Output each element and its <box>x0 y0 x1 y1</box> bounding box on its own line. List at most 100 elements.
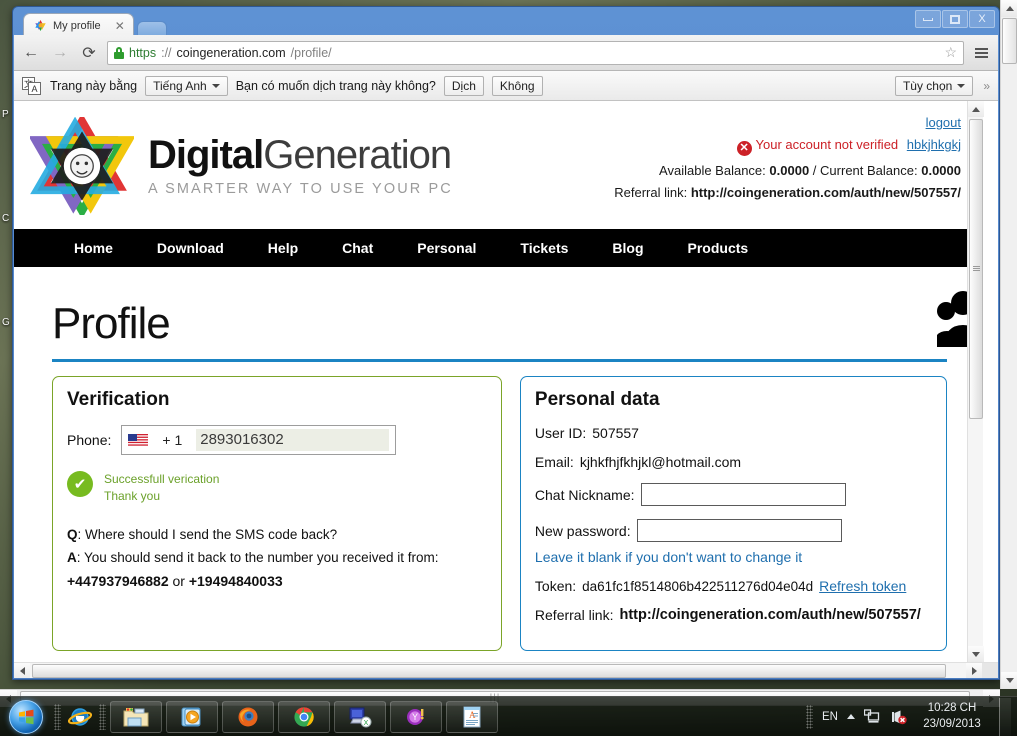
browser-tab-my-profile[interactable]: My profile ✕ <box>23 13 134 37</box>
bookmark-star-icon[interactable]: ☆ <box>944 44 957 61</box>
horizontal-scroll-thumb[interactable] <box>32 664 946 678</box>
minimize-button[interactable] <box>915 10 941 28</box>
reload-icon[interactable]: ⟳ <box>78 42 100 64</box>
verification-status-row: ✕ Your account not verified hbkjhkgkj <box>614 137 961 156</box>
page-viewport: DigitalGeneration A SMARTER WAY TO USE Y… <box>14 101 998 678</box>
site-header: DigitalGeneration A SMARTER WAY TO USE Y… <box>14 101 967 229</box>
page-title: Profile <box>52 299 171 348</box>
phone-number-input[interactable]: 2893016302 <box>196 429 390 451</box>
scrollbar-corner <box>982 663 998 678</box>
volume-muted-icon[interactable] <box>890 709 907 725</box>
screen-vertical-scrollbar[interactable] <box>1000 0 1017 689</box>
faq-question: Q: Where should I send the SMS code back… <box>67 524 487 547</box>
header-referral-value[interactable]: http://coingeneration.com/auth/new/50755… <box>691 185 961 200</box>
nickname-label: Chat Nickname: <box>534 486 635 503</box>
show-desktop-button[interactable] <box>999 697 1011 736</box>
site-logo[interactable]: DigitalGeneration A SMARTER WAY TO USE Y… <box>30 117 453 215</box>
logout-link[interactable]: logout <box>926 115 961 130</box>
translate-button[interactable]: Dịch <box>443 75 484 96</box>
screen-scroll-down-arrow-icon[interactable] <box>1001 672 1017 689</box>
maximize-button[interactable] <box>942 10 968 28</box>
refresh-token-link[interactable]: Refresh token <box>819 578 906 594</box>
nav-item-help[interactable]: Help <box>246 240 320 256</box>
internet-explorer-icon[interactable] <box>65 701 95 733</box>
verification-status-line2: Thank you <box>104 489 161 504</box>
url-scheme: https <box>129 45 157 60</box>
tray-language-indicator[interactable]: EN <box>822 711 838 723</box>
tray-grip[interactable] <box>806 704 814 729</box>
back-icon[interactable]: ← <box>20 42 42 64</box>
nav-item-blog[interactable]: Blog <box>590 240 665 256</box>
chevron-down-icon <box>211 83 220 88</box>
phone-row: Phone: + 1 2893016302 <box>67 425 487 455</box>
web-page: DigitalGeneration A SMARTER WAY TO USE Y… <box>14 101 984 678</box>
windows-taskbar: X Y A EN 10:28 CH 23/09/2013 <box>0 696 1017 736</box>
clock-time: 10:28 CH <box>927 701 977 714</box>
scroll-right-arrow-icon[interactable] <box>966 663 982 678</box>
nav-item-home[interactable]: Home <box>52 240 135 256</box>
media-player-icon[interactable] <box>166 700 218 733</box>
translate-language-select[interactable]: Tiếng Anh <box>145 75 228 96</box>
brand-name: DigitalGeneration <box>148 135 453 175</box>
phone-label: Phone: <box>67 432 112 448</box>
windows-explorer-icon[interactable] <box>110 700 162 733</box>
nav-item-download[interactable]: Download <box>135 240 246 256</box>
close-button[interactable]: X <box>969 10 995 28</box>
us-flag-icon <box>128 433 149 447</box>
tab-close-icon[interactable]: ✕ <box>115 19 125 33</box>
taskbar-grip-2[interactable] <box>99 703 106 730</box>
screen-vertical-scroll-thumb[interactable] <box>1002 18 1017 64</box>
verification-status-line1: Successfull verication <box>104 472 220 486</box>
sms-number-1: +447937946882 <box>67 572 169 589</box>
phone-input-group[interactable]: + 1 2893016302 <box>121 425 397 455</box>
page-horizontal-scrollbar[interactable] <box>14 662 998 678</box>
chat-nickname-input[interactable] <box>640 483 846 506</box>
scroll-up-arrow-icon[interactable] <box>968 101 984 117</box>
infobar-overflow-icon[interactable]: » <box>983 79 990 93</box>
scroll-left-arrow-icon[interactable] <box>14 663 30 678</box>
nav-item-tickets[interactable]: Tickets <box>498 240 590 256</box>
brand-bold: Digital <box>148 133 264 177</box>
page-vertical-scrollbar[interactable] <box>967 101 984 662</box>
chrome-menu-button[interactable] <box>971 47 992 58</box>
personal-referral-label: Referral link: <box>534 607 614 623</box>
network-icon[interactable] <box>864 709 881 724</box>
nav-item-chat[interactable]: Chat <box>320 240 395 256</box>
translate-infobar: 文 A Trang này bằng Tiếng Anh Bạn có muốn… <box>14 71 998 101</box>
address-bar[interactable]: https:// coingeneration.com/profile/ ☆ <box>107 40 964 65</box>
url-separator: :// <box>161 45 172 60</box>
start-button[interactable] <box>2 698 50 736</box>
personal-referral-value[interactable]: http://coingeneration.com/auth/new/50755… <box>620 607 921 623</box>
taskbar-grip[interactable] <box>54 703 61 730</box>
new-password-input[interactable] <box>636 519 842 542</box>
scroll-down-arrow-icon[interactable] <box>968 646 984 662</box>
wordpad-icon[interactable]: A <box>446 700 498 733</box>
title-underline-rule <box>52 359 947 362</box>
browser-window: My profile ✕ X ← → ⟳ https:// coingenerat… <box>12 6 1000 680</box>
teamviewer-icon[interactable]: X <box>334 700 386 733</box>
forward-icon[interactable]: → <box>49 42 71 64</box>
yahoo-messenger-icon[interactable]: Y <box>390 700 442 733</box>
account-info-panel: logout ✕ Your account not verified hbkjhk… <box>614 115 961 207</box>
browser-titlebar[interactable]: My profile ✕ X <box>13 7 999 37</box>
brand-tagline: A SMARTER WAY TO USE YOUR PC <box>148 181 453 197</box>
translate-decline-button[interactable]: Không <box>491 75 543 96</box>
chrome-icon[interactable] <box>278 700 330 733</box>
show-hidden-icons-icon[interactable] <box>847 714 855 719</box>
https-lock-icon <box>114 46 124 59</box>
personal-referral-row: Referral link: http://coingeneration.com… <box>535 607 932 623</box>
translate-question: Bạn có muốn dịch trang này không? <box>235 78 436 93</box>
faq-sms-numbers: +447937946882 or +19494840033 <box>67 570 487 594</box>
available-balance-value: 0.0000 <box>769 163 810 178</box>
screen-scroll-up-arrow-icon[interactable] <box>1001 0 1017 17</box>
rainbow-star-favicon <box>35 19 46 32</box>
firefox-icon[interactable] <box>222 700 274 733</box>
clock-date: 23/09/2013 <box>923 717 981 730</box>
clock[interactable]: 10:28 CH 23/09/2013 <box>916 701 988 732</box>
translate-options-button[interactable]: Tùy chọn <box>894 75 974 96</box>
vertical-scroll-thumb[interactable] <box>969 119 983 419</box>
nav-item-personal[interactable]: Personal <box>395 240 498 256</box>
username-link[interactable]: hbkjhkgkj <box>907 137 961 152</box>
nav-item-products[interactable]: Products <box>666 240 771 256</box>
svg-text:Y: Y <box>412 712 418 722</box>
